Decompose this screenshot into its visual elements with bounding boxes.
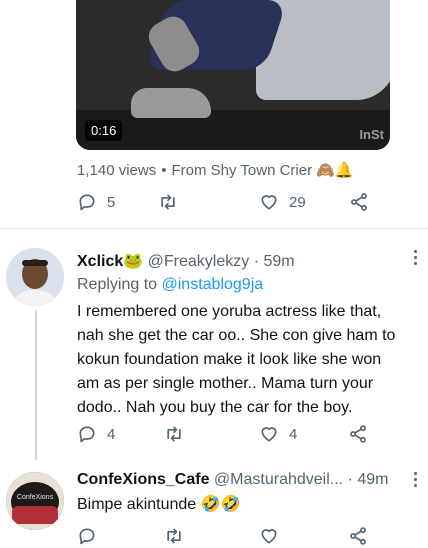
heart-icon bbox=[261, 529, 277, 544]
reply-count: 4 bbox=[107, 425, 116, 443]
reply1-header: Xclick🐸 @Freakylekzy · 59m bbox=[77, 251, 295, 271]
reply-button[interactable]: 5 bbox=[77, 192, 115, 212]
divider bbox=[0, 228, 428, 229]
share-button[interactable] bbox=[349, 192, 369, 212]
replying-prefix: Replying to bbox=[77, 276, 158, 293]
like-count: 4 bbox=[289, 425, 298, 443]
more-dot-icon bbox=[414, 256, 417, 259]
avatar-photo bbox=[6, 248, 64, 306]
more-options-button[interactable] bbox=[414, 250, 418, 265]
replying-to-link[interactable]: @instablog9ja bbox=[162, 276, 264, 293]
video-timer: 0:16 bbox=[85, 120, 123, 141]
retweet-button[interactable] bbox=[158, 192, 178, 212]
view-count: 1,140 views bbox=[77, 162, 157, 179]
share-button[interactable] bbox=[348, 424, 368, 444]
share-button[interactable] bbox=[348, 526, 368, 546]
retweet-icon bbox=[167, 528, 181, 544]
reply-count: 5 bbox=[107, 193, 116, 211]
reply-icon bbox=[79, 426, 95, 443]
user-handle[interactable]: @Masturahdveil... bbox=[214, 471, 343, 488]
more-dot-icon bbox=[414, 478, 417, 481]
like-button[interactable]: 4 bbox=[259, 424, 297, 444]
share-icon bbox=[350, 527, 366, 545]
user-handle[interactable]: @Freakylekzy bbox=[148, 253, 250, 270]
video-frame-floor bbox=[76, 110, 390, 150]
tweet-text: I remembered one yoruba actress like tha… bbox=[77, 303, 396, 416]
more-dot-icon bbox=[414, 262, 417, 265]
reply-button[interactable]: 4 bbox=[77, 424, 115, 444]
retweet-icon bbox=[167, 426, 181, 442]
display-name[interactable]: Xclick🐸 bbox=[77, 253, 143, 270]
video-source[interactable]: From Shy Town Crier 🙈🔔 bbox=[171, 162, 353, 179]
meta-separator: • bbox=[161, 162, 167, 179]
like-count: 29 bbox=[289, 193, 306, 211]
retweet-button[interactable] bbox=[164, 424, 184, 444]
display-name[interactable]: ConfeXions_Cafe bbox=[77, 471, 209, 488]
thread-line bbox=[35, 310, 37, 460]
video-frame-shoe bbox=[131, 88, 211, 118]
video-player[interactable]: 0:16 InSt bbox=[76, 0, 390, 150]
video-watermark: InSt bbox=[359, 127, 384, 142]
reply2-action-bar bbox=[77, 526, 377, 548]
post-action-bar: 5 29 bbox=[77, 192, 377, 214]
reply2-header: ConfeXions_Cafe @Masturahdveil... · 49m bbox=[77, 471, 388, 489]
retweet-button[interactable] bbox=[164, 526, 184, 546]
time-separator: · bbox=[253, 253, 260, 270]
avatar-logo-text: ConfeXions bbox=[17, 494, 54, 501]
heart-icon bbox=[261, 427, 277, 442]
timestamp[interactable]: 59m bbox=[263, 253, 294, 270]
avatar-photo: ConfeXions bbox=[6, 472, 64, 530]
reply1-action-bar: 4 4 bbox=[77, 424, 377, 446]
heart-icon bbox=[261, 195, 277, 210]
timestamp[interactable]: 49m bbox=[357, 471, 388, 488]
share-icon bbox=[350, 425, 366, 443]
more-options-button[interactable] bbox=[414, 472, 418, 487]
post-meta: 1,140 views • From Shy Town Crier 🙈🔔 bbox=[77, 161, 354, 179]
like-button[interactable] bbox=[259, 526, 279, 546]
retweet-icon bbox=[161, 194, 175, 210]
avatar[interactable] bbox=[6, 248, 64, 306]
tweet-text: Bimpe akintunde 🤣🤣 bbox=[77, 496, 241, 513]
time-separator: · bbox=[347, 471, 353, 488]
replying-to: Replying to @instablog9ja bbox=[77, 276, 263, 294]
more-dot-icon bbox=[414, 484, 417, 487]
reply-icon bbox=[79, 194, 95, 211]
share-icon bbox=[351, 193, 367, 211]
more-dot-icon bbox=[414, 472, 417, 475]
reply-button[interactable] bbox=[77, 526, 97, 546]
more-dot-icon bbox=[414, 250, 417, 253]
reply-icon bbox=[79, 528, 95, 545]
avatar[interactable]: ConfeXions bbox=[6, 472, 64, 530]
like-button[interactable]: 29 bbox=[259, 192, 306, 212]
